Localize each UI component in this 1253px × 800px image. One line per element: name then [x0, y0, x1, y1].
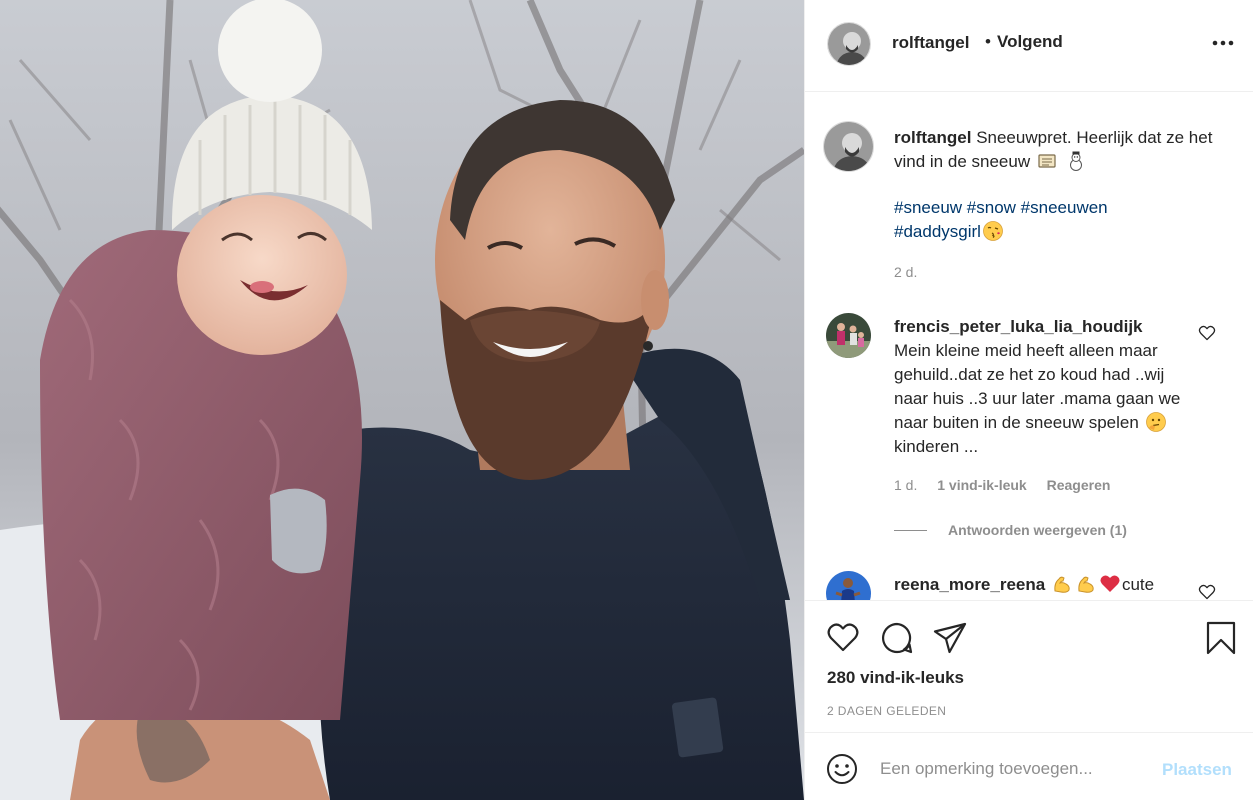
scroll-emoji-icon	[1038, 154, 1056, 168]
post-photo[interactable]	[0, 0, 804, 800]
post-actions: 280 vind-ik-leuks 2 DAGEN GELEDEN	[805, 600, 1253, 732]
caption-username[interactable]: rolftangel	[894, 128, 971, 147]
author-username[interactable]: rolftangel	[892, 33, 969, 53]
comment-text-tail: kinderen ...	[894, 437, 979, 456]
kiss-emoji-icon	[983, 221, 1003, 241]
replies-divider	[894, 529, 927, 531]
comment-timestamp[interactable]: 1 d.	[894, 477, 917, 493]
instagram-post-modal: rolftangel • Volgend rolftangel Sneeuwpr…	[0, 0, 1253, 800]
share-icon[interactable]	[933, 621, 967, 655]
hashtag-link[interactable]: #sneeuwen	[1021, 198, 1108, 217]
post-comment-button[interactable]: Plaatsen	[1162, 760, 1232, 780]
hashtag-link[interactable]: #snow	[967, 198, 1016, 217]
heart-icon[interactable]	[826, 621, 860, 653]
view-replies-button[interactable]: Antwoorden weergeven (1)	[894, 522, 1127, 538]
more-options-icon[interactable]	[1211, 36, 1237, 50]
reply-button[interactable]: Reageren	[1047, 477, 1111, 493]
caption-timestamp[interactable]: 2 d.	[894, 264, 917, 280]
thinking-emoji-icon	[1145, 412, 1166, 432]
comment-composer: Plaatsen	[805, 732, 1253, 800]
comment-like-count[interactable]: 1 vind-ik-leuk	[937, 477, 1026, 493]
header-separator: •	[985, 32, 991, 51]
post-side-panel: rolftangel • Volgend rolftangel Sneeuwpr…	[804, 0, 1253, 800]
post-photo-image	[0, 0, 804, 800]
hashtag-link[interactable]: #daddysgirl	[894, 222, 981, 241]
comment-text: Mein kleine meid heeft alleen maar gehui…	[894, 341, 1181, 432]
post-timestamp[interactable]: 2 DAGEN GELEDEN	[827, 704, 946, 718]
commenter-avatar[interactable]	[826, 571, 871, 600]
post-header: rolftangel • Volgend	[805, 0, 1253, 92]
comment-meta: 1 d. 1 vind-ik-leuk Reageren	[894, 477, 1126, 493]
comments-list[interactable]: rolftangel Sneeuwpret. Heerlijk dat ze h…	[805, 93, 1253, 600]
red-heart-emoji-icon	[1100, 575, 1120, 592]
snowman-emoji-icon	[1069, 151, 1082, 171]
comment-text: cute	[1121, 575, 1155, 594]
comment-body: reena_more_reena cute	[894, 573, 1194, 597]
comment-username[interactable]: frencis_peter_luka_lia_houdijk	[894, 317, 1143, 336]
flexed-biceps-emoji-icon	[1078, 576, 1094, 593]
commenter-avatar[interactable]	[826, 313, 871, 358]
like-count[interactable]: 280 vind-ik-leuks	[827, 668, 964, 688]
comment-icon[interactable]	[880, 621, 914, 655]
follow-status-button[interactable]: Volgend	[997, 32, 1063, 52]
comment-input[interactable]	[880, 755, 1140, 783]
caption-author-avatar[interactable]	[823, 121, 874, 172]
bookmark-icon[interactable]	[1206, 621, 1236, 655]
emoji-icon[interactable]	[826, 753, 858, 785]
author-avatar[interactable]	[827, 22, 871, 66]
caption: rolftangel Sneeuwpret. Heerlijk dat ze h…	[894, 126, 1234, 174]
caption-hashtags: #sneeuw #snow #sneeuwen #daddysgirl	[894, 196, 1224, 244]
comment-username[interactable]: reena_more_reena	[894, 575, 1045, 594]
flexed-biceps-emoji-icon	[1054, 576, 1070, 593]
comment-like-heart-icon[interactable]	[1198, 325, 1216, 341]
hashtag-link[interactable]: #sneeuw	[894, 198, 962, 217]
comment-body: frencis_peter_luka_lia_houdijk Mein klei…	[894, 315, 1184, 459]
comment-like-heart-icon[interactable]	[1198, 584, 1216, 600]
view-replies-label: Antwoorden weergeven (1)	[948, 522, 1127, 538]
